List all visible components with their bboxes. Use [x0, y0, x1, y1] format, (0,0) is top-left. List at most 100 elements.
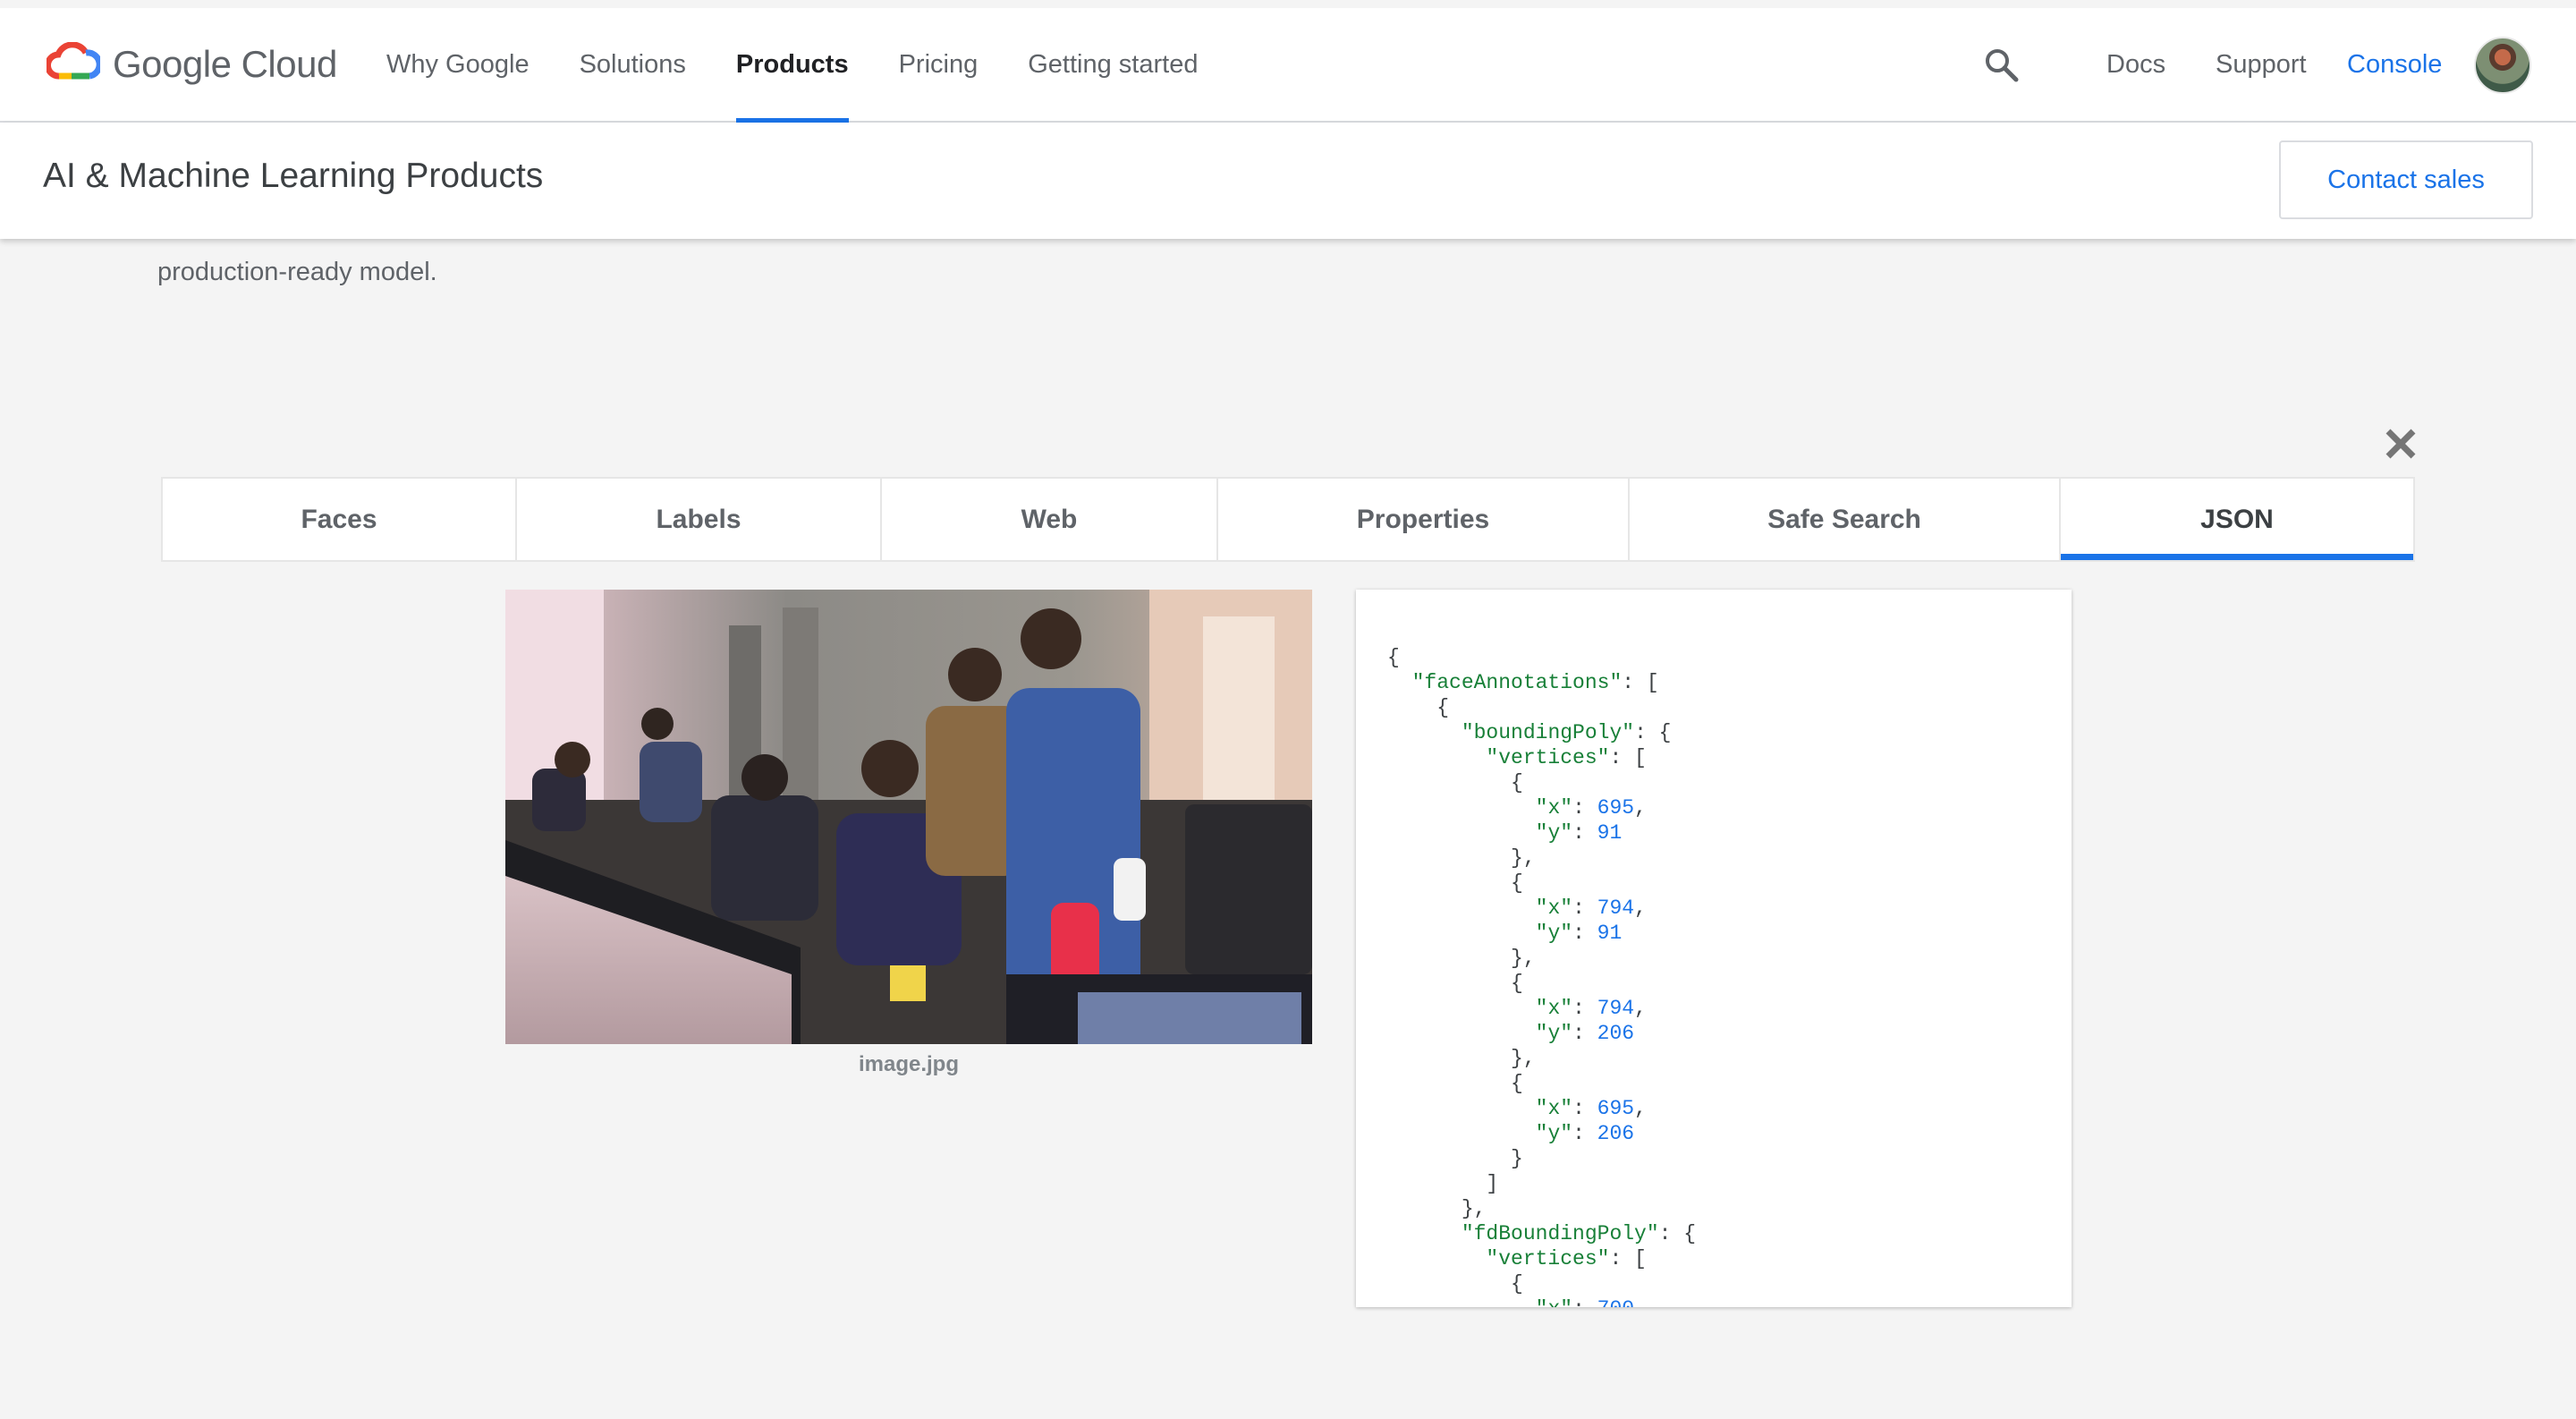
docs-link[interactable]: Docs — [2106, 8, 2165, 121]
json-line: "y": 91 — [1387, 921, 1696, 946]
json-number: 794 — [1597, 997, 1635, 1020]
json-number: 695 — [1597, 1097, 1635, 1120]
json-key: "vertices" — [1486, 1247, 1610, 1270]
json-viewer[interactable]: { "faceAnnotations" : [ { "boundingPoly":… — [1356, 590, 2072, 1307]
json-punct: } — [1387, 1147, 1523, 1170]
json-line: "y": 206 — [1387, 1021, 1696, 1046]
nav-item-getting-started[interactable]: Getting started — [1028, 8, 1198, 121]
json-line: "y": 91 — [1387, 820, 1696, 845]
json-line: ] — [1387, 1171, 1696, 1196]
json-line: { — [1387, 1071, 1696, 1096]
tab-safe-search[interactable]: Safe Search — [1630, 479, 2061, 560]
json-punct: { — [1387, 646, 1400, 669]
json-punct: : — [1572, 997, 1597, 1020]
json-key: "x" — [1536, 1297, 1572, 1307]
json-number: 91 — [1597, 821, 1623, 845]
product-subheader: AI & Machine Learning Products Contact s… — [0, 123, 2576, 239]
json-punct: : — [1572, 896, 1597, 920]
json-line: "fdBoundingPoly": { — [1387, 1221, 1696, 1246]
json-punct: : — [1572, 1297, 1597, 1307]
results-tabs: Faces Labels Web Properties Safe Search … — [161, 477, 2415, 562]
json-line: }, — [1387, 845, 1696, 871]
json-key: "x" — [1535, 796, 1573, 820]
json-punct — [1387, 721, 1462, 744]
json-punct: { — [1387, 1272, 1523, 1296]
image-caption: image.jpg — [858, 1052, 960, 1076]
tab-faces[interactable]: Faces — [163, 479, 517, 560]
json-punct — [1387, 1122, 1536, 1145]
nav-item-solutions[interactable]: Solutions — [580, 8, 686, 121]
google-cloud-logo[interactable]: Google Cloud — [47, 42, 337, 87]
json-punct: : — [1572, 796, 1597, 820]
json-key: "y" — [1535, 1122, 1573, 1145]
json-line: { — [1387, 645, 1696, 670]
json-key: "x" — [1535, 997, 1573, 1020]
json-punct: { — [1387, 696, 1450, 719]
json-key: "vertices" — [1486, 746, 1610, 769]
json-punct: ] — [1387, 1172, 1499, 1195]
json-punct: : — [1572, 1097, 1597, 1120]
json-code: { "faceAnnotations" : [ { "boundingPoly":… — [1387, 645, 1696, 1307]
json-punct: : — [1572, 922, 1597, 945]
json-line: "x": 700, — [1387, 1296, 1696, 1307]
uploaded-image — [505, 590, 1312, 1044]
console-link[interactable]: Console — [2347, 8, 2442, 121]
json-punct: : [ — [1609, 1247, 1647, 1270]
json-line: }, — [1387, 1196, 1696, 1221]
json-key: "boundingPoly" — [1461, 721, 1635, 744]
json-punct — [1387, 896, 1536, 920]
site-header: Google Cloud Why Google Solutions Produc… — [0, 8, 2576, 123]
json-number: 206 — [1597, 1122, 1635, 1145]
json-key: "x" — [1535, 896, 1573, 920]
json-punct: : { — [1658, 1222, 1697, 1245]
page-title: AI & Machine Learning Products — [43, 157, 544, 195]
product-description: production-ready model. — [157, 258, 437, 286]
json-key: "y" — [1535, 821, 1573, 845]
json-punct — [1387, 746, 1486, 769]
tab-json[interactable]: JSON — [2061, 479, 2413, 560]
json-punct: }, — [1387, 1197, 1487, 1220]
primary-nav: Why Google Solutions Products Pricing Ge… — [386, 8, 1248, 123]
json-key: "faceAnnotations" — [1411, 671, 1623, 694]
avatar[interactable] — [2474, 37, 2531, 94]
tab-labels[interactable]: Labels — [517, 479, 882, 560]
json-punct: { — [1387, 1072, 1523, 1095]
logo-text: Google Cloud — [113, 43, 337, 85]
json-line: "x": 794, — [1387, 896, 1696, 921]
json-punct: , — [1634, 997, 1647, 1020]
json-line: "vertices": [ — [1387, 1246, 1696, 1271]
json-punct: { — [1387, 771, 1523, 794]
json-punct — [1387, 796, 1536, 820]
json-line: { — [1387, 1271, 1696, 1296]
browser-top-strip — [0, 0, 2576, 8]
json-punct — [1387, 671, 1412, 694]
tab-web[interactable]: Web — [882, 479, 1218, 560]
support-link[interactable]: Support — [2216, 8, 2307, 121]
json-punct — [1387, 997, 1536, 1020]
json-punct: { — [1387, 972, 1523, 995]
json-number: 91 — [1597, 922, 1623, 945]
contact-sales-button[interactable]: Contact sales — [2279, 140, 2533, 219]
json-punct — [1387, 1022, 1536, 1045]
json-punct: : — [1572, 1122, 1597, 1145]
nav-item-why-google[interactable]: Why Google — [386, 8, 530, 121]
nav-item-products[interactable]: Products — [735, 8, 849, 123]
json-line: }, — [1387, 1046, 1696, 1071]
json-punct — [1387, 821, 1536, 845]
json-punct — [1387, 922, 1536, 945]
json-punct: : [ — [1609, 746, 1647, 769]
search-icon[interactable] — [1982, 46, 2021, 85]
json-line: "y": 206 — [1387, 1121, 1696, 1146]
json-punct: }, — [1387, 947, 1536, 970]
json-number: 695 — [1597, 796, 1635, 820]
nav-item-pricing[interactable]: Pricing — [899, 8, 979, 121]
json-punct: }, — [1387, 846, 1536, 870]
close-icon[interactable] — [2383, 426, 2419, 462]
json-key: "y" — [1535, 1022, 1573, 1045]
json-line: { — [1387, 971, 1696, 996]
json-punct: , — [1634, 896, 1647, 920]
json-number: 206 — [1597, 1022, 1635, 1045]
json-punct — [1387, 1297, 1536, 1307]
json-line: "vertices": [ — [1387, 745, 1696, 770]
tab-properties[interactable]: Properties — [1218, 479, 1630, 560]
